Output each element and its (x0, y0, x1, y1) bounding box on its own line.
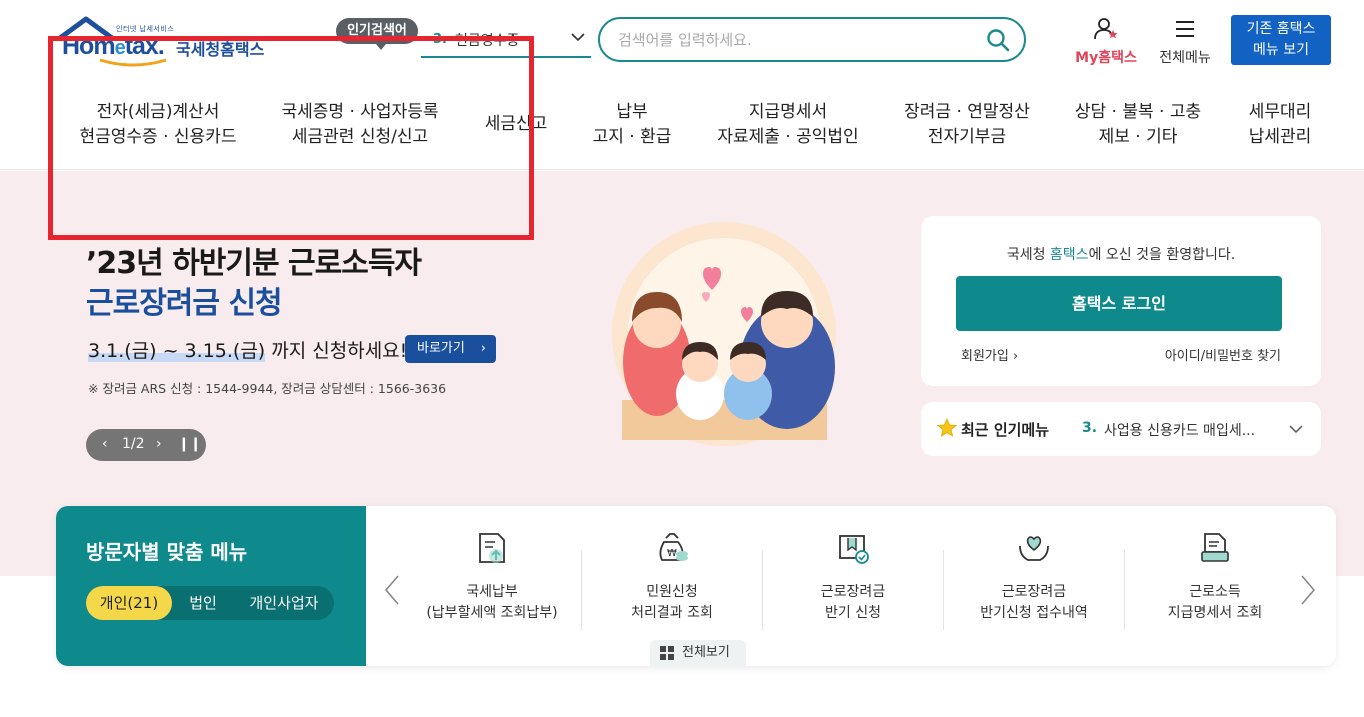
view-all-button[interactable]: 전체보기 (650, 640, 746, 666)
login-card: 국세청 홈택스에 오신 것을 환영합니다. 홈택스 로그인 회원가입 › 아이디… (921, 216, 1321, 386)
chevron-down-icon[interactable] (1289, 422, 1303, 436)
certificate-icon (839, 535, 869, 564)
hometax-page: 인터넷 납세서비스 Hometax. 국세청홈택스 인기검색어 3. 현금영수증 (0, 0, 1364, 717)
highlight-box (48, 36, 534, 240)
pause-icon[interactable]: ❙❙ (178, 436, 201, 452)
search-icon[interactable] (986, 28, 1010, 52)
service-item-civil-petition[interactable]: ₩ 민원신청 처리결과 조회 (582, 530, 762, 624)
document-stack-icon (1201, 533, 1229, 562)
search-input[interactable] (618, 27, 978, 53)
gnb-item-payment-statement[interactable]: 지급명세서 자료제출 · 공익법인 (712, 100, 864, 150)
service-item-incentive-apply[interactable]: 근로장려금 반기 신청 (763, 530, 943, 624)
recent-menu-rank: 3. (1082, 420, 1098, 436)
grid-icon (660, 646, 674, 660)
chevron-down-icon (571, 33, 585, 42)
chevron-right-icon: › (480, 341, 486, 356)
service-item-wage-statement[interactable]: 근로소득 지급명세서 조회 (1125, 530, 1305, 624)
my-hometax-link[interactable]: My홈택스 (1068, 17, 1144, 67)
gnb-item-tax-agent[interactable]: 세무대리 납세관리 (1240, 100, 1320, 150)
hero-title-line1: ’23년 하반기분 근로소득자 (86, 246, 422, 281)
hamburger-menu-icon (1176, 21, 1194, 37)
service-item-incentive-receipt[interactable]: 근로장려금 반기신청 접수내역 (944, 530, 1124, 624)
all-menu-button[interactable]: 전체메뉴 (1152, 17, 1218, 67)
tab-corporation[interactable]: 법인 (174, 586, 232, 620)
pager-prev-icon[interactable]: ‹ (102, 436, 108, 452)
heart-hands-icon (1019, 536, 1049, 561)
family-illustration (612, 222, 836, 446)
all-menu-label: 전체메뉴 (1159, 50, 1211, 66)
login-button[interactable]: 홈택스 로그인 (956, 276, 1282, 331)
visitor-menu-panel: 방문자별 맞춤 메뉴 개인(21) 법인 개인사업자 (56, 506, 366, 666)
tab-individual[interactable]: 개인(21) (86, 586, 172, 620)
service-item-tax-payment[interactable]: 국세납부 (납부할세액 조회납부) (402, 530, 582, 624)
visitor-menu-title: 방문자별 맞춤 메뉴 (86, 540, 248, 564)
my-hometax-label: My홈택스 (1075, 50, 1137, 66)
go-button[interactable]: 바로가기 › (405, 335, 496, 363)
gnb-item-incentive[interactable]: 장려금 · 연말정산 전자기부금 (898, 100, 1036, 150)
gnb-item-consultation[interactable]: 상담 · 불복 · 고충 제보 · 기타 (1070, 100, 1206, 150)
join-link[interactable]: 회원가입 › (961, 345, 1018, 364)
visitor-tabs: 개인(21) 법인 개인사업자 (86, 586, 334, 620)
classic-menu-button[interactable]: 기존 홈택스 메뉴 보기 (1231, 15, 1331, 65)
pager-count: 1/2 (122, 436, 145, 452)
recent-menu-term: 사업용 신용카드 매입세... (1104, 423, 1256, 439)
recent-menu-title: 최근 인기메뉴 (961, 421, 1050, 439)
hero-title-line2: 근로장려금 신청 (86, 286, 283, 321)
hero-date: 3.1.(금) ~ 3.15.(금) 까지 신청하세요! (88, 340, 408, 362)
classic-menu-line1: 기존 홈택스 (1246, 21, 1316, 37)
star-icon (937, 418, 957, 437)
tax-payment-icon (479, 533, 505, 563)
money-bag-icon: ₩ (659, 533, 688, 561)
welcome-text: 국세청 홈택스에 오신 것을 환영합니다. (1006, 247, 1236, 263)
chevron-left-icon[interactable] (382, 572, 402, 608)
recent-popular-menu[interactable]: 최근 인기메뉴 3. 사업용 신용카드 매입세... (921, 402, 1321, 456)
svg-text:₩: ₩ (667, 548, 677, 559)
hero-note: ※ 장려금 ARS 신청 : 1544-9944, 장려금 상담센터 : 156… (88, 381, 447, 396)
tab-sole-proprietor[interactable]: 개인사업자 (234, 586, 334, 620)
classic-menu-line2: 메뉴 보기 (1253, 42, 1309, 58)
banner-pager: ‹ 1/2 › ❙❙ (86, 429, 206, 461)
find-id-password-link[interactable]: 아이디/비밀번호 찾기 (1165, 345, 1281, 364)
pager-next-icon[interactable]: › (156, 436, 162, 452)
user-star-icon (1094, 18, 1118, 40)
search-box (598, 17, 1026, 62)
chevron-right-icon: › (1012, 349, 1019, 364)
gnb-item-payment[interactable]: 납부 고지 · 환급 (588, 100, 676, 150)
